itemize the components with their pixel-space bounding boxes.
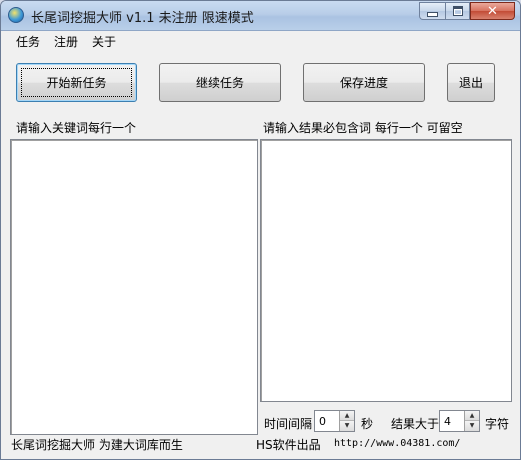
- result-length-stepper[interactable]: ▲ ▼: [439, 410, 480, 432]
- status-bar: 长尾词挖掘大师 为建大词库而生 HS软件出品 http://www.04381.…: [1, 435, 520, 459]
- menu-bar: 任务 注册 关于: [1, 31, 520, 51]
- app-window: 长尾词挖掘大师 v1.1 未注册 限速模式 ✕ 任务 注册 关于 开始新任务 继…: [0, 0, 521, 460]
- exit-button[interactable]: 退出: [447, 63, 495, 102]
- interval-spin-buttons: ▲ ▼: [339, 411, 354, 431]
- interval-label: 时间间隔: [264, 417, 313, 431]
- result-length-spin-buttons: ▲ ▼: [464, 411, 479, 431]
- result-length-up-arrow-icon[interactable]: ▲: [465, 411, 479, 421]
- result-length-unit: 字符: [485, 417, 510, 431]
- menu-register[interactable]: 注册: [52, 33, 80, 50]
- required-words-label: 请输入结果必包含词 每行一个 可留空: [263, 121, 463, 135]
- interval-up-arrow-icon[interactable]: ▲: [340, 411, 354, 421]
- interval-unit: 秒: [361, 417, 374, 431]
- exit-label: 退出: [458, 76, 483, 90]
- save-progress-label: 保存进度: [339, 76, 388, 90]
- continue-task-button[interactable]: 继续任务: [159, 63, 281, 102]
- menu-task[interactable]: 任务: [14, 33, 42, 50]
- start-new-task-button[interactable]: 开始新任务: [16, 63, 137, 102]
- continue-task-label: 继续任务: [195, 76, 244, 90]
- save-progress-button[interactable]: 保存进度: [303, 63, 425, 102]
- menu-about[interactable]: 关于: [90, 33, 118, 50]
- result-length-down-arrow-icon[interactable]: ▼: [465, 421, 479, 431]
- result-length-input[interactable]: [440, 411, 462, 431]
- keywords-label: 请输入关键词每行一个: [16, 121, 137, 135]
- interval-stepper[interactable]: ▲ ▼: [314, 410, 355, 432]
- interval-down-arrow-icon[interactable]: ▼: [340, 421, 354, 431]
- result-length-label: 结果大于: [391, 417, 440, 431]
- status-vendor: HS软件出品: [256, 438, 321, 452]
- maximize-icon: [452, 6, 463, 16]
- status-slogan: 长尾词挖掘大师 为建大词库而生: [11, 438, 183, 452]
- close-icon: ✕: [487, 3, 498, 19]
- minimize-button[interactable]: [419, 2, 445, 20]
- maximize-button[interactable]: [445, 2, 470, 20]
- app-logo-icon: [8, 7, 24, 23]
- required-words-input[interactable]: [260, 139, 512, 402]
- keywords-input[interactable]: [10, 139, 258, 435]
- window-title: 长尾词挖掘大师 v1.1 未注册 限速模式: [31, 11, 254, 26]
- title-bar[interactable]: 长尾词挖掘大师 v1.1 未注册 限速模式 ✕: [1, 1, 520, 31]
- minimize-icon: [427, 11, 438, 17]
- interval-input[interactable]: [315, 411, 337, 431]
- close-button[interactable]: ✕: [470, 2, 515, 20]
- status-url-link[interactable]: http://www.04381.com/: [334, 438, 460, 449]
- start-new-task-label: 开始新任务: [46, 76, 107, 90]
